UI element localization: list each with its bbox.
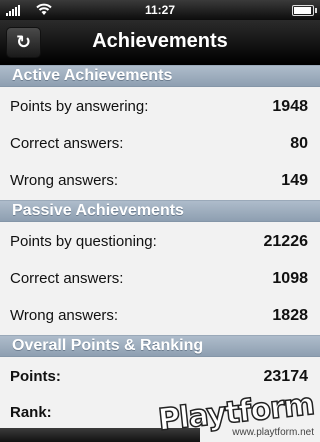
list-item: Correct answers: 80 <box>0 125 320 162</box>
row-value: 23174 <box>263 367 309 385</box>
row-value: 1948 <box>272 97 308 115</box>
battery-icon <box>292 5 317 16</box>
list-item: Wrong answers: 1828 <box>0 297 320 334</box>
row-label: Correct answers: <box>10 135 124 152</box>
status-bar: 11:27 <box>0 0 320 20</box>
section-header-passive: Passive Achievements <box>0 200 320 222</box>
row-label: Wrong answers: <box>10 307 119 324</box>
row-label: Correct answers: <box>10 270 124 287</box>
row-value: 149 <box>281 171 308 189</box>
list-item: Wrong answers: 149 <box>0 162 320 199</box>
nav-bar: ↻ Achievements <box>0 20 320 65</box>
status-time: 11:27 <box>144 3 176 17</box>
row-label: Wrong answers: <box>10 172 119 189</box>
list-item: Correct answers: 1098 <box>0 260 320 297</box>
row-label: Rank: <box>10 404 52 421</box>
row-label: Points: <box>10 368 61 385</box>
section-header-overall: Overall Points & Ranking <box>0 335 320 357</box>
watermark: Playtform www.playtform.net <box>156 386 317 439</box>
list-item: Points: 23174 <box>0 358 320 395</box>
list-item: Points by answering: 1948 <box>0 88 320 125</box>
row-value: 80 <box>290 134 308 152</box>
row-value: 1098 <box>272 269 308 287</box>
row-value: 21226 <box>263 232 309 250</box>
page-title: Achievements <box>92 30 228 52</box>
row-label: Points by questioning: <box>10 233 157 250</box>
row-label: Points by answering: <box>10 98 149 115</box>
row-value: 1828 <box>272 306 308 324</box>
list-item: Points by questioning: 21226 <box>0 223 320 260</box>
section-header-active: Active Achievements <box>0 65 320 87</box>
